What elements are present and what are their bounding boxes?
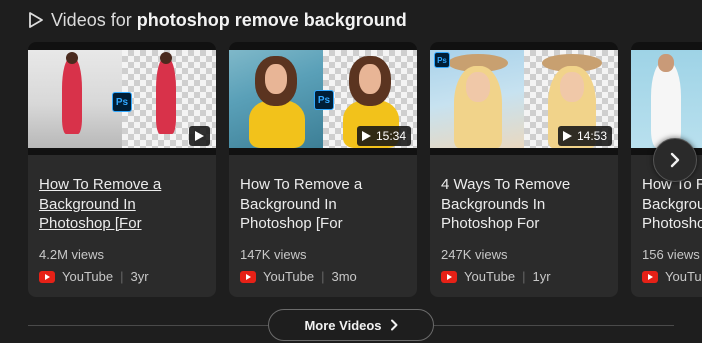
duration-badge: 14:53 (557, 126, 612, 146)
video-age: 1yr (532, 269, 551, 284)
source-name: YouTube (263, 269, 315, 284)
video-views: 147K views (240, 247, 307, 262)
divider-left (28, 325, 268, 326)
play-badge (189, 126, 210, 146)
video-views: 156 views (642, 247, 700, 262)
video-views: 4.2M views (39, 247, 105, 262)
youtube-icon (441, 270, 457, 283)
youtube-icon (39, 270, 55, 283)
youtube-icon (240, 270, 256, 283)
video-views: 247K views (441, 247, 508, 262)
video-duration: 15:34 (375, 129, 406, 143)
video-title[interactable]: 4 Ways To Remove Backgrounds In Photosho… (441, 175, 611, 233)
video-thumbnail[interactable]: Ps (28, 42, 216, 155)
carousel-next-button[interactable] (653, 138, 697, 182)
video-thumbnail[interactable]: Ps 14:53 (430, 42, 618, 155)
video-source: YouTube | 3mo (240, 269, 357, 284)
chevron-right-icon (670, 152, 680, 168)
video-thumbnail[interactable] (631, 42, 702, 155)
source-name: YouTube (464, 269, 516, 284)
video-title[interactable]: How To Remove a Background In Photoshop (642, 175, 702, 233)
video-title[interactable]: How To Remove a Background In Photoshop … (39, 175, 209, 233)
header-query: photoshop remove background (136, 9, 407, 30)
video-thumbnail[interactable]: Ps 15:34 (229, 42, 417, 155)
source-name: YouTube (62, 269, 114, 284)
chevron-right-icon (390, 319, 398, 331)
photoshop-logo-icon: Ps (314, 90, 334, 110)
video-card[interactable]: Ps How To Remove a Background In Photosh… (28, 42, 216, 297)
play-outline-icon (29, 12, 43, 28)
youtube-icon (642, 270, 658, 283)
separator: | (522, 269, 526, 284)
video-duration: 14:53 (576, 129, 607, 143)
video-card[interactable]: Ps 14:53 4 Ways To Remove Backgrounds In… (430, 42, 618, 297)
divider-right (434, 325, 674, 326)
video-source: YouTube | 1yr (441, 269, 551, 284)
duration-badge: 15:34 (356, 126, 411, 146)
photoshop-logo-icon: Ps (112, 92, 132, 112)
play-icon (361, 131, 371, 141)
more-videos-button[interactable]: More Videos (268, 309, 434, 341)
more-videos-label: More Videos (304, 317, 382, 333)
play-icon (195, 131, 204, 141)
header-prefix: Videos for (51, 9, 137, 30)
play-icon (562, 131, 572, 141)
video-age: 3yr (130, 269, 149, 284)
separator: | (120, 269, 124, 284)
separator: | (321, 269, 325, 284)
section-header: Videos for photoshop remove background (28, 9, 407, 31)
video-carousel: Ps How To Remove a Background In Photosh… (0, 42, 702, 298)
video-age: 3mo (331, 269, 357, 284)
video-source: YouTube | 3yr (39, 269, 149, 284)
video-card[interactable]: Ps 15:34 How To Remove a Background In P… (229, 42, 417, 297)
source-name: YouTube (665, 269, 702, 284)
photoshop-logo-icon: Ps (434, 52, 450, 68)
video-source: YouTube (642, 269, 702, 284)
video-title[interactable]: How To Remove a Background In Photoshop … (240, 175, 410, 233)
